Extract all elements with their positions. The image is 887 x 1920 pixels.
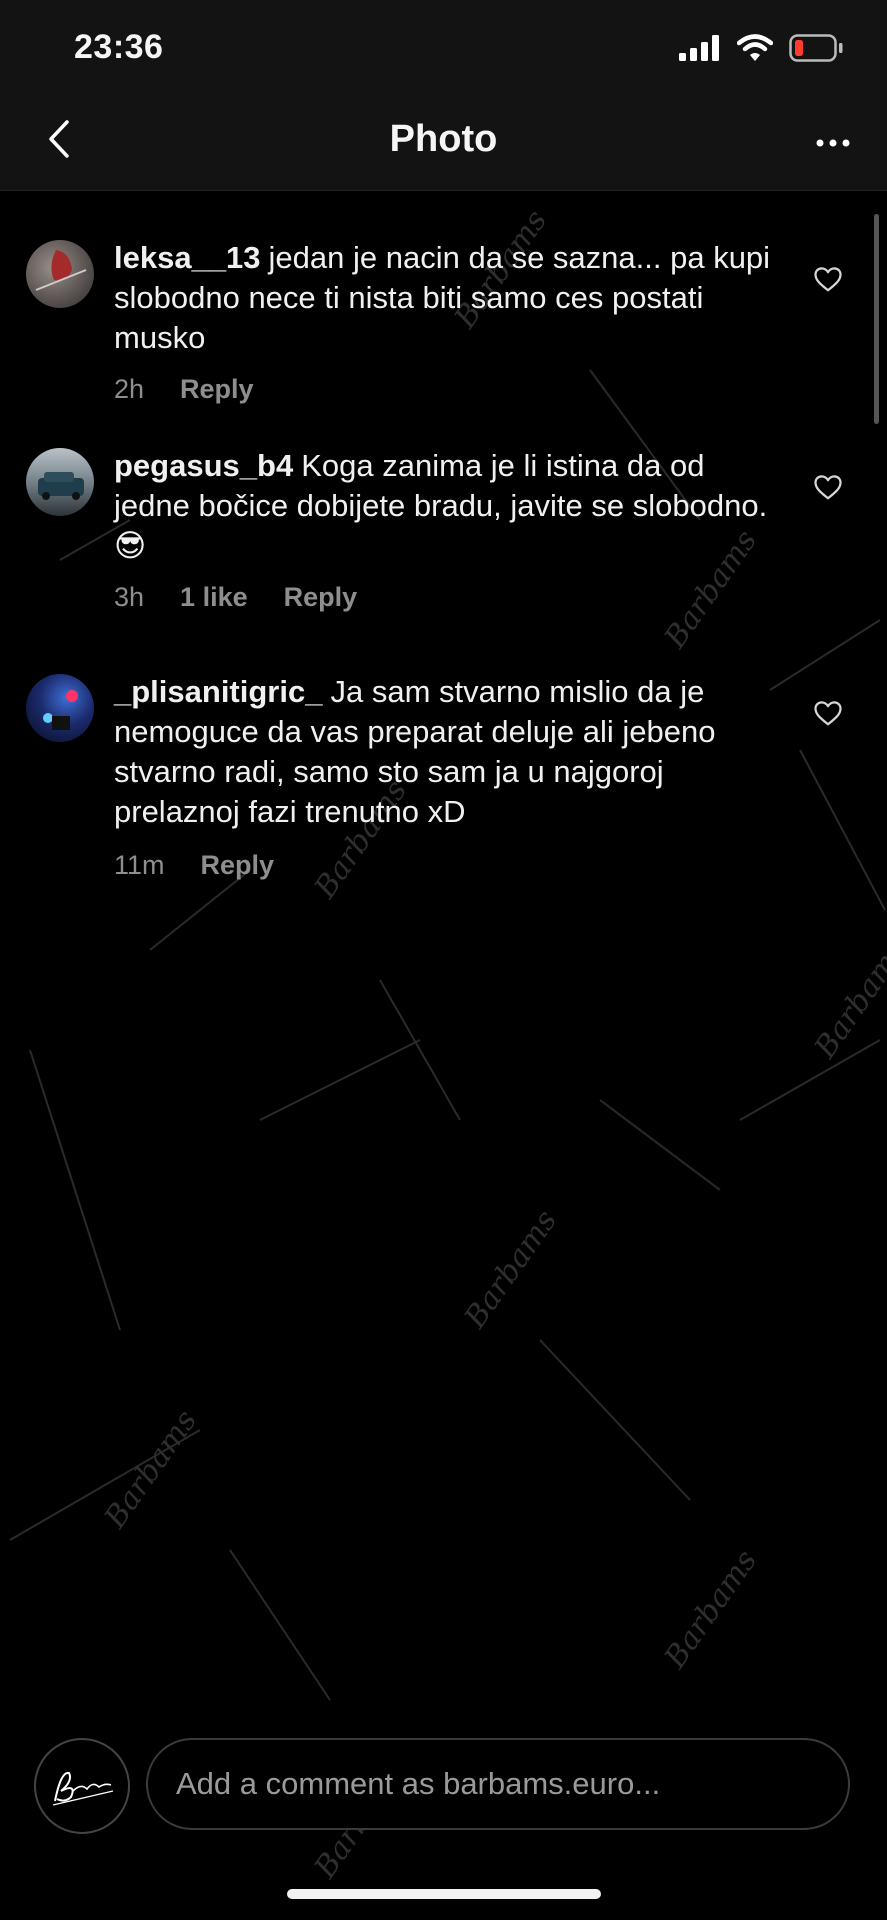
svg-text:Barbams: Barbams <box>97 1404 204 1536</box>
reply-button[interactable]: Reply <box>201 850 275 881</box>
scrollbar[interactable] <box>874 214 879 424</box>
status-time: 23:36 <box>74 28 164 66</box>
home-indicator[interactable] <box>287 1889 601 1899</box>
svg-text:Barbams: Barbams <box>457 1204 564 1336</box>
more-options-button[interactable] <box>805 118 861 168</box>
comment-composer: Add a comment as barbams.euro... <box>0 1720 887 1860</box>
comment-time: 11m <box>114 850 165 880</box>
page-title: Photo <box>389 118 498 160</box>
my-avatar[interactable] <box>34 1738 130 1834</box>
heart-icon[interactable] <box>813 264 843 294</box>
comment-meta: 11m Reply <box>114 850 274 881</box>
comment-input[interactable]: Add a comment as barbams.euro... <box>146 1738 850 1830</box>
heart-icon[interactable] <box>813 698 843 728</box>
more-icon <box>816 139 850 147</box>
svg-text:Barbams: Barbams <box>807 934 887 1066</box>
status-icons <box>679 34 843 62</box>
comment-username[interactable]: _plisanitigric_ <box>114 674 322 709</box>
signal-icon <box>679 35 719 61</box>
svg-text:Barbams: Barbams <box>657 1544 764 1676</box>
avatar[interactable] <box>26 674 94 742</box>
battery-icon <box>789 34 843 62</box>
avatar[interactable] <box>26 448 94 516</box>
comment-time: 3h <box>114 582 145 612</box>
comment-body: leksa__13 jedan je nacin da se sazna... p… <box>114 238 778 358</box>
status-bar: 23:36 <box>0 0 887 96</box>
comment-meta: 2h Reply <box>114 374 254 405</box>
nav-bar: Photo <box>0 96 887 191</box>
comment-meta: 3h 1 like Reply <box>114 582 357 613</box>
likes-count[interactable]: 1 like <box>180 582 248 613</box>
heart-icon[interactable] <box>813 472 843 502</box>
comment-time: 2h <box>114 374 145 404</box>
brand-logo-icon <box>52 1771 114 1806</box>
comment-username[interactable]: leksa__13 <box>114 240 261 275</box>
comment-body: _plisanitigric_ Ja sam stvarno mislio da … <box>114 672 778 832</box>
wifi-icon <box>737 34 773 61</box>
comment-body: pegasus_b4 Koga zanima je li istina da od… <box>114 446 778 566</box>
avatar[interactable] <box>26 240 94 308</box>
reply-button[interactable]: Reply <box>180 374 254 405</box>
comment-username[interactable]: pegasus_b4 <box>114 448 293 483</box>
reply-button[interactable]: Reply <box>284 582 358 613</box>
